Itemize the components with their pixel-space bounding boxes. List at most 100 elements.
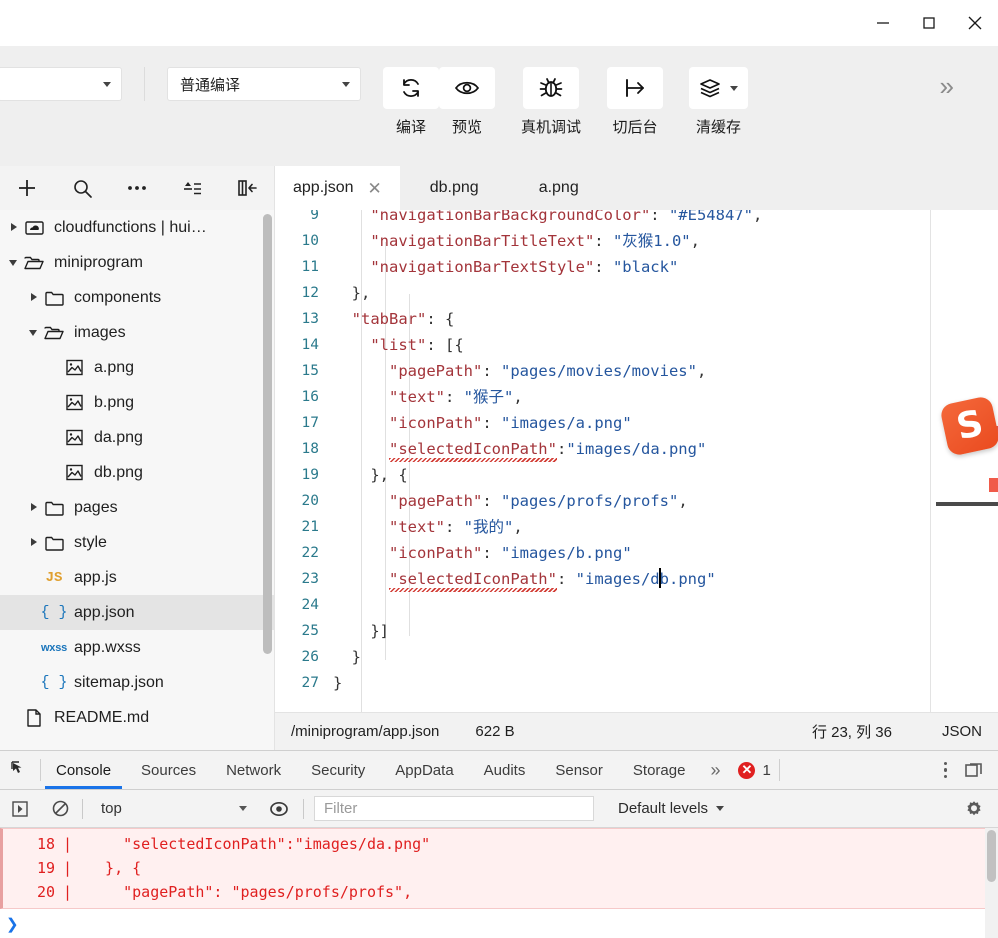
devtools-tab-sources[interactable]: Sources (126, 751, 211, 789)
search-icon[interactable] (55, 166, 110, 210)
console-line-text: "pagePath": "pages/profs/profs", (87, 883, 413, 901)
tree-item-readme.md[interactable]: README.md (0, 700, 274, 735)
devtools-tab-audits[interactable]: Audits (469, 751, 541, 789)
maximize-button[interactable] (906, 0, 952, 46)
code-token: "pagePath" (389, 492, 483, 510)
compile-mode-select[interactable]: 普通编译 (167, 67, 361, 101)
js-file-icon: JS (45, 569, 63, 586)
tree-item-miniprogram[interactable]: miniprogram (0, 245, 274, 280)
tree-item-label: images (74, 323, 126, 341)
code-line: 21 "text": "我的", (275, 514, 998, 540)
tree-item-app.js[interactable]: JS app.js (0, 560, 274, 595)
preview-button[interactable]: 预览 (439, 67, 495, 137)
console-error-line: 19 | }, { (3, 856, 998, 880)
tab-app-json[interactable]: app.json ✕ (275, 166, 400, 210)
code-line: 10 "navigationBarTitleText": "灰猴1.0", (275, 228, 998, 254)
minimap-thumb[interactable] (936, 502, 998, 506)
console-prompt[interactable]: ❯ (0, 909, 998, 938)
line-number: 25 (301, 623, 319, 639)
code-line: 16 "text": "猴子", (275, 384, 998, 410)
line-number: 23 (301, 571, 319, 587)
chevron-down-icon[interactable] (8, 256, 21, 269)
dock-side-icon[interactable] (960, 760, 998, 780)
error-marker (989, 478, 998, 492)
tree-item-style[interactable]: style (0, 525, 274, 560)
console-line-number: 19 (36, 859, 55, 877)
devtools-tab-security[interactable]: Security (296, 751, 380, 789)
execution-context-select[interactable]: top (89, 800, 259, 817)
status-cursor-position[interactable]: 行 23, 列 36 (812, 721, 892, 742)
explorer-scrollbar[interactable] (263, 214, 272, 654)
tree-item-pages[interactable]: pages (0, 490, 274, 525)
log-levels-dropdown[interactable]: Default levels (618, 800, 725, 817)
code-token: } (333, 674, 343, 692)
code-line: 12 }, (275, 280, 998, 306)
devtools-tab-network[interactable]: Network (211, 751, 296, 789)
layers-icon (689, 67, 749, 109)
console-scrollbar[interactable] (985, 828, 998, 938)
devtools-menu-button[interactable] (931, 761, 961, 779)
code-token: "iconPath" (389, 544, 483, 562)
devtools-tab-storage[interactable]: Storage (618, 751, 701, 789)
main-toolbar: 普通编译 编译 预览 真机调试 切后台 清缓存 » (0, 46, 998, 166)
close-icon[interactable]: ✕ (368, 180, 382, 197)
code-token: , (513, 518, 523, 536)
toolbar-overflow-button[interactable]: » (940, 73, 954, 99)
chevron-right-icon[interactable] (28, 291, 41, 304)
tree-item-a.png[interactable]: a.png (0, 350, 274, 385)
collapse-icon[interactable] (164, 166, 219, 210)
devtools-overflow-button[interactable]: » (700, 751, 730, 789)
more-icon[interactable] (110, 166, 165, 210)
gear-icon[interactable] (964, 799, 984, 819)
code-token: "tabBar" (351, 310, 427, 328)
image-icon (61, 359, 87, 376)
tree-item-components[interactable]: components (0, 280, 274, 315)
switch-background-button[interactable]: 切后台 (607, 67, 664, 137)
console-filter-input[interactable]: Filter (314, 796, 594, 821)
chevron-right-icon[interactable] (8, 221, 21, 234)
execute-icon[interactable] (0, 800, 40, 818)
minimize-button[interactable] (860, 0, 906, 46)
chevron-down-icon[interactable] (28, 326, 41, 339)
inspect-icon[interactable] (0, 751, 40, 789)
code-token: "black" (612, 258, 679, 276)
real-device-debug-button[interactable]: 真机调试 (521, 67, 581, 137)
status-language[interactable]: JSON (942, 723, 982, 740)
tree-item-b.png[interactable]: b.png (0, 385, 274, 420)
code-token: "navigationBarTitleText" (370, 232, 595, 250)
editor-minimap[interactable] (930, 210, 998, 712)
tree-item-app.json[interactable]: { } app.json (0, 595, 274, 630)
tab-db-png[interactable]: db.png (399, 166, 509, 210)
tab-a-png[interactable]: a.png (508, 166, 609, 210)
clear-cache-button[interactable]: 清缓存 (689, 67, 749, 137)
project-select[interactable] (0, 67, 122, 101)
clear-console-icon[interactable] (40, 799, 80, 818)
console-output[interactable]: 18 | "selectedIconPath":"images/da.png" 19… (0, 828, 998, 938)
chevron-right-icon[interactable] (28, 501, 41, 514)
tab-label: a.png (538, 179, 579, 196)
chevron-right-icon[interactable] (28, 536, 41, 549)
compile-button[interactable]: 编译 (383, 67, 439, 137)
tree-item-db.png[interactable]: db.png (0, 455, 274, 490)
console-error-entry[interactable]: 18 | "selectedIconPath":"images/da.png" 19… (0, 828, 998, 909)
devtools-tab-console[interactable]: Console (41, 751, 126, 789)
arrow-spacer (48, 396, 61, 409)
tree-item-cloudfunctions---hui-[interactable]: cloudfunctions | hui… (0, 210, 274, 245)
devtools-tab-sensor[interactable]: Sensor (540, 751, 618, 789)
tree-item-app.wxss[interactable]: wxss app.wxss (0, 630, 274, 665)
add-icon[interactable] (0, 166, 55, 210)
tree-item-sitemap.json[interactable]: { } sitemap.json (0, 665, 274, 700)
wxss-file-icon: wxss (40, 641, 68, 654)
devtools-tab-appdata[interactable]: AppData (380, 751, 468, 789)
close-button[interactable] (952, 0, 998, 46)
editor-status-bar: /miniprogram/app.json 622 B 行 23, 列 36 J… (275, 712, 998, 750)
tree-item-da.png[interactable]: da.png (0, 420, 274, 455)
code-view[interactable]: 9 "navigationBarBackgroundColor": "#E548… (275, 210, 998, 712)
live-expression-icon[interactable] (259, 799, 299, 819)
panel-icon[interactable] (219, 166, 274, 210)
error-badge[interactable]: ✕ 1 (730, 751, 778, 789)
tree-item-label: db.png (94, 463, 143, 481)
code-line: 27} (275, 670, 998, 696)
image-icon (61, 394, 87, 411)
tree-item-images[interactable]: images (0, 315, 274, 350)
